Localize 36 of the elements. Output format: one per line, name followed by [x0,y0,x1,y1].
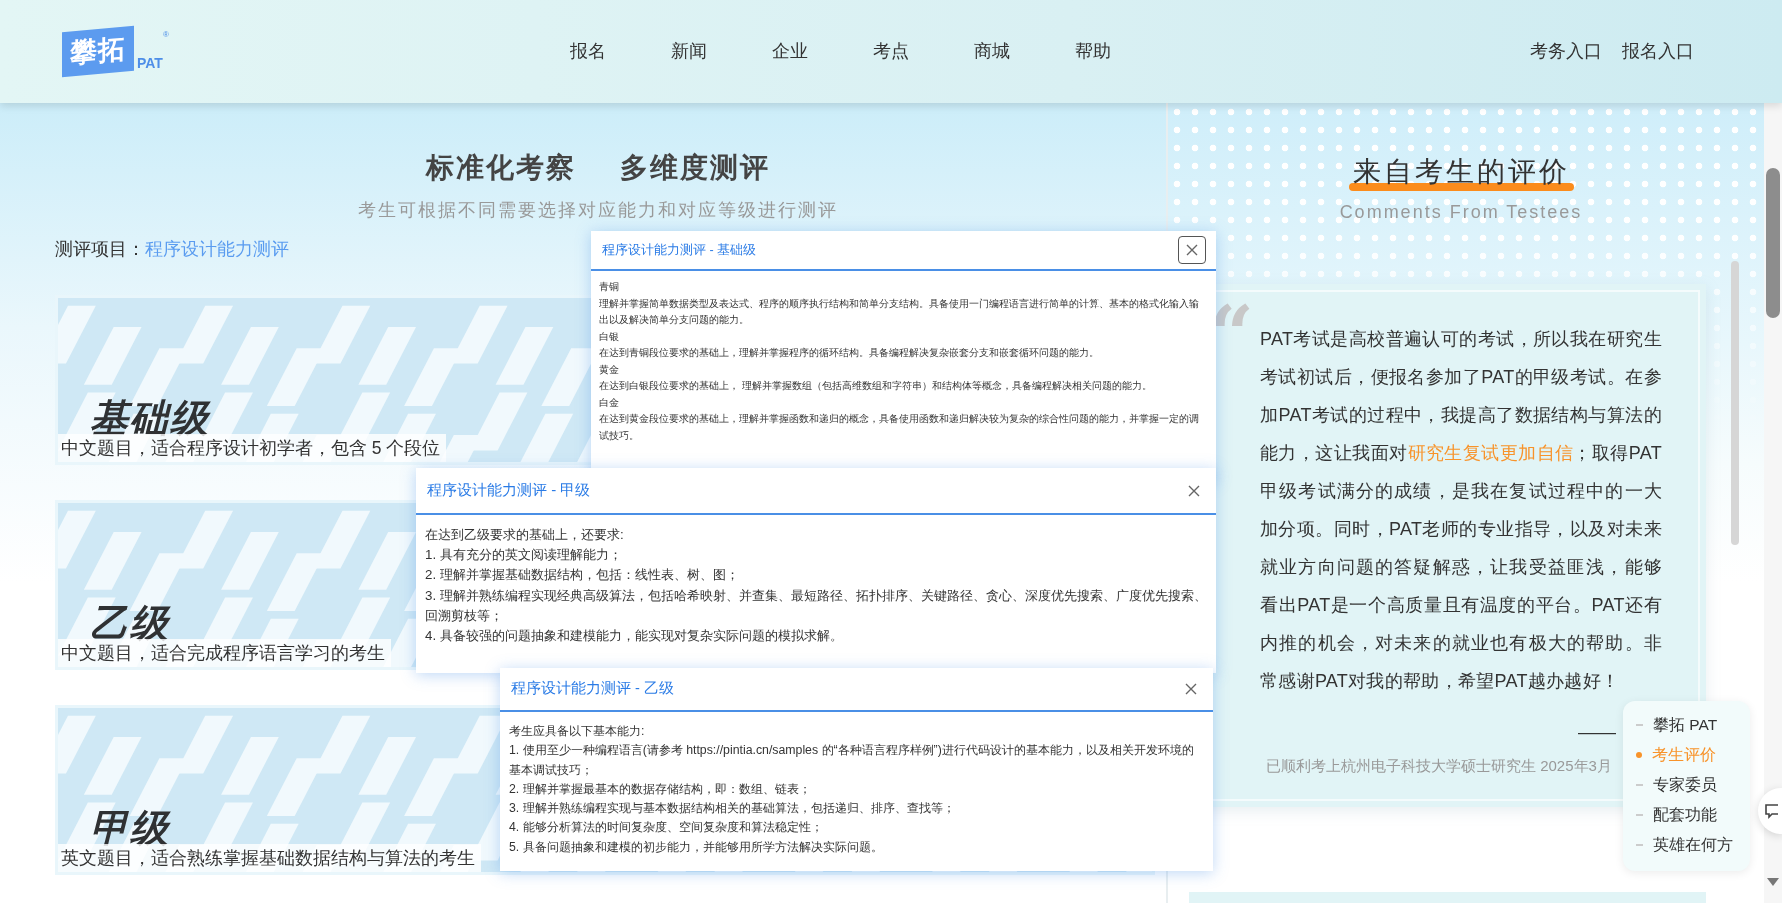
section-title: 标准化考察 [426,151,576,185]
dialog-text: 3. 理解并熟练编程实现经典高级算法，包括哈希映射、并查集、最短路径、拓扑排序、关键路径、贪心、深度优先搜索、广度优先搜索、回溯剪枝等； [425,586,1207,625]
quote-mark: “ [1209,296,1254,374]
testimonial-text: PAT考试是高校普遍认可的考试，所以我在研究生考试初试后，便报名参加了PAT的甲级考试。在参加PAT考试的过程中，我提高了数据结构与算法的能力，这让我面对研究生复试更加自信；取得PAT甲级考试满分的成绩，是我在复试过程中的一大加分项。同时，PAT老师的专业指导，以及对未来就业方向问题的答疑解惑，让我受益匪浅，能够看出PAT是一个高质量且有温度的平台。PAT还有内推的机会，对未来的就业也有极大的帮助。非常感谢PAT对我的帮助，希望PAT越办越好！ [1260,328,1662,693]
dialog-text: 理解并掌握简单数据类型及表达式、程序的顺序执行结构和简单分支结构。具备使用一门编程语言进行简单的计算、基本的格式化输入输出以及解决简单分支问题的能力。 [599,296,1200,327]
registered-mark: ® [162,29,169,42]
project-label: 测评项目： [55,238,145,261]
dialog-text: 在达到黄金段位要求的基础上，理解并掌握函数和递归的概念，具备使用函数和递归解决较为复杂的综合性问题的能力，并掌握一定的调试技巧。 [599,412,1200,443]
dialog-title: 程序设计能力测评 - 基础级 [602,241,757,259]
dialog-text: 1. 具有充分的英文阅读理解能力； [425,546,623,565]
dialog-text: 5. 具备问题抽象和建模的初步能力，并能够用所学方法解决实际问题。 [509,838,884,856]
author-note: 已顺利考上杭州电子科技大学硕士研究生 2025年3月 [1266,756,1612,776]
section-title: 多维度测评 [620,151,770,185]
dialog-text: 在达到乙级要求的基础上，还要求: [425,526,625,544]
dialog-text: 在达到白银段位要求的基础上， 理解并掌握数组（包括高维数组和字符串）和结构体等概念，具备编程解决相关问题的能力。 [599,379,1153,393]
dialog-text: 4. 能够分析算法的时间复杂度、空间复杂度和算法稳定性； [509,819,824,837]
dialog-text: 白金 [599,395,620,410]
dialog-text: 4. 具备较强的问题抽象和建模能力，能实现对复杂实际问题的模拟求解。 [425,627,844,645]
dialog-text: 在达到青铜段位要求的基础上，理解并掌握程序的循环结构。具备编程解决复杂嵌套分支和嵌套循环问题的能力。 [599,346,1100,360]
dialog-text: 考生应具备以下基本能力: [509,723,646,740]
dialog-title: 程序设计能力测评 - 乙级 [511,679,674,699]
level-description: 英文题目，适合熟练掌握基础数据结构与算法的考生 [58,844,481,872]
dialog-text: 1. 使用至少一种编程语言(请参考 https://pintia.cn/samples 的“各种语言程序样例”)进行代码设计的基本能力，以及相关开发环境的基本调试技巧； [509,742,1195,779]
logo-subtext: PAT [137,53,163,73]
section-title: 来自考生的评价 [1352,156,1570,187]
level-description: 中文题目，适合完成程序语言学习的考生 [58,639,391,667]
dialog-text: 2. 理解并掌握基础数据结构，包括：线性表、树、图； [425,566,740,585]
dialog-text: 黄金 [599,362,620,377]
section-subtitle: Comments From Testees [1338,201,1584,224]
section-subtitle: 考生可根据不同需要选择对应能力和对应等级进行测评 [357,199,839,222]
dialog-text: 青铜 [599,280,620,294]
dialog-title: 程序设计能力测评 - 甲级 [427,480,591,501]
dialog-text: 2. 理解并掌握最基本的数据存储结构，即：数组、链表； [509,780,812,798]
dialog-text: 白银 [599,329,620,344]
signature-dash: —— [1578,721,1616,744]
dialog-text: 3. 理解并熟练编程实现与基本数据结构相关的基础算法，包括递归、排序、查找等； [509,800,956,818]
